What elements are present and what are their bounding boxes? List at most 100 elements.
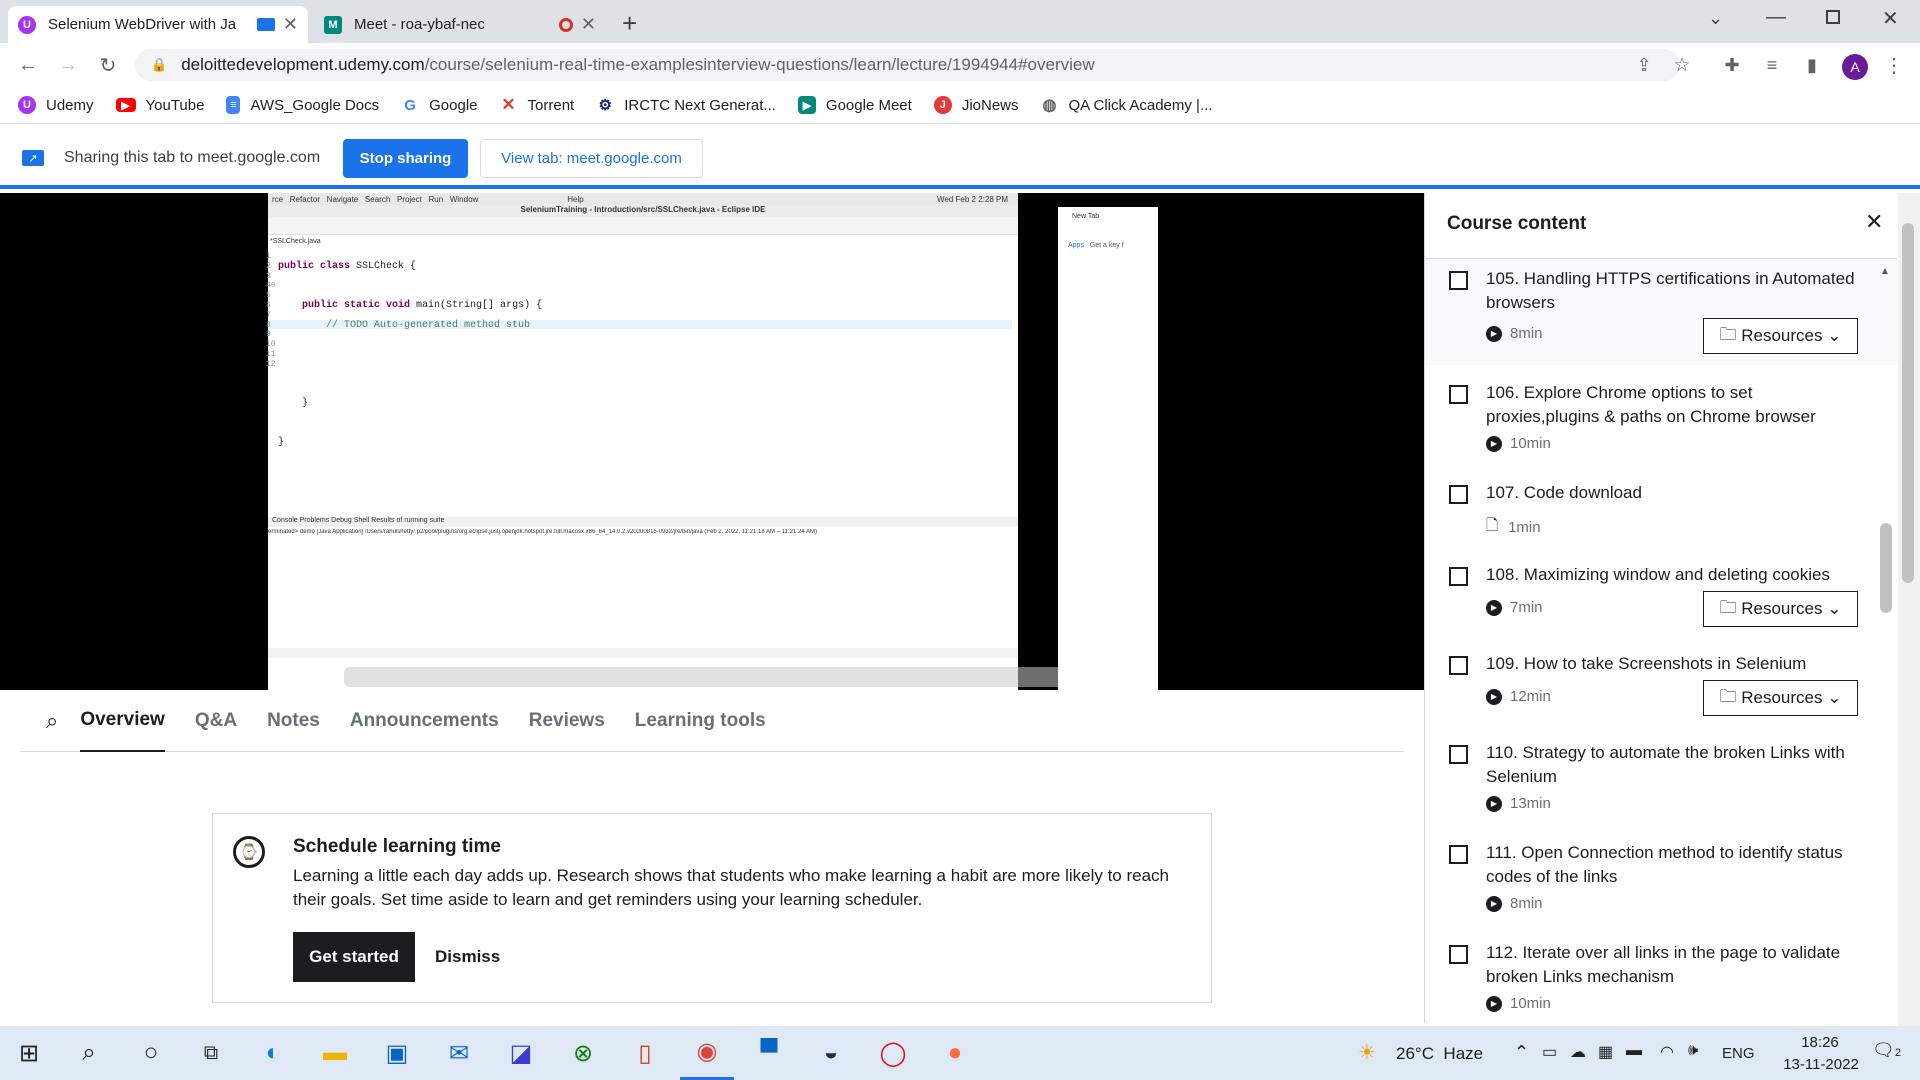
bookmark-udemy[interactable]: U Udemy (18, 96, 94, 114)
close-window-icon[interactable]: ✕ (1882, 6, 1899, 31)
tab-notes[interactable]: Notes (267, 690, 320, 752)
close-sidebar-icon[interactable]: ✕ (1865, 209, 1883, 235)
dismiss-button[interactable]: Dismiss (435, 932, 515, 982)
schedule-learning-card: ⌚ Schedule learning time Learning a litt… (212, 813, 1212, 1003)
lecture-checkbox[interactable] (1449, 745, 1468, 764)
mac-dock (344, 667, 1084, 687)
opera-icon[interactable]: ◯ (866, 1026, 920, 1080)
new-tab-icon[interactable]: + (622, 8, 637, 39)
meet-tray-icon[interactable]: ▭ (1542, 1042, 1557, 1062)
bookmark-star-icon[interactable]: ☆ (1666, 49, 1698, 81)
lecture-checkbox[interactable] (1449, 567, 1468, 586)
display-icon[interactable]: ▦ (1598, 1042, 1613, 1062)
profile-avatar[interactable]: A (1842, 54, 1868, 80)
clock-date[interactable]: 13-11-2022 (1776, 1056, 1866, 1073)
chevron-up-icon[interactable]: ⌃ (1514, 1042, 1529, 1063)
lecture-checkbox[interactable] (1449, 271, 1468, 290)
tab-overview[interactable]: Overview (80, 690, 165, 752)
sidebar-scrollbar-thumb[interactable] (1880, 523, 1892, 613)
lecture-item-105[interactable]: 105. Handling HTTPS certifications in Au… (1425, 259, 1897, 365)
lecture-checkbox[interactable] (1449, 845, 1468, 864)
clock-time[interactable]: 18:26 (1788, 1034, 1852, 1051)
view-tab-button[interactable]: View tab: meet.google.com (480, 139, 703, 178)
postman-icon[interactable]: ● (928, 1026, 982, 1080)
restore-icon[interactable] (1826, 10, 1840, 24)
bookmark-aws-google-docs[interactable]: ≡ AWS_Google Docs (226, 96, 379, 114)
lecture-item-109[interactable]: 109. How to take Screenshots in Selenium… (1425, 644, 1897, 724)
ide-file-tab: *SSLCheck.java (270, 238, 321, 245)
language-indicator[interactable]: ENG (1722, 1045, 1755, 1062)
search-icon[interactable]: ⌕ (62, 1026, 116, 1080)
sidebar-scroll-up-icon[interactable]: ▲ (1880, 266, 1890, 277)
play-icon: ▶ (1486, 325, 1502, 342)
eclipse-icon[interactable]: ◒ (804, 1026, 858, 1080)
weather-text[interactable]: 26°C Haze (1396, 1044, 1483, 1064)
monitor-app-icon[interactable]: ▀ (742, 1026, 796, 1080)
tab-search-icon[interactable]: ⌄ (1708, 8, 1723, 29)
forward-icon[interactable]: → (52, 49, 84, 81)
close-tab-icon[interactable]: ✕ (283, 14, 298, 35)
volume-icon[interactable]: 🕪 (1688, 1042, 1698, 1060)
tab-announcements[interactable]: Announcements (350, 690, 499, 752)
get-started-button[interactable]: Get started (293, 932, 415, 982)
tab-reviews[interactable]: Reviews (529, 690, 605, 752)
file-explorer-icon[interactable]: ▬ (308, 1026, 362, 1080)
task-view-icon[interactable]: ⧉ (184, 1026, 238, 1080)
resources-dropdown[interactable]: 🗀 Resources ⌄ (1703, 591, 1858, 627)
bookmark-torrent[interactable]: ✕ Torrent (499, 95, 574, 114)
store-icon[interactable]: ▣ (370, 1026, 424, 1080)
wifi-icon[interactable]: ◠ (1660, 1042, 1674, 1062)
battery-icon[interactable]: ▬ (1626, 1042, 1642, 1060)
lecture-item-111[interactable]: 111. Open Connection method to identify … (1425, 833, 1897, 923)
bookmark-jionews[interactable]: J JioNews (933, 96, 1019, 114)
chrome-icon[interactable]: ◉ (680, 1026, 734, 1080)
extensions-icon[interactable]: ✚ (1716, 49, 1748, 81)
powerautomate-icon[interactable]: ◪ (494, 1026, 548, 1080)
close-tab-icon[interactable]: ✕ (581, 14, 596, 35)
address-bar[interactable]: 🔒 deloittedevelopment.udemy.com/course/s… (135, 49, 1680, 81)
schedule-title: Schedule learning time (293, 836, 501, 857)
lecture-checkbox[interactable] (1449, 485, 1468, 504)
onedrive-icon[interactable]: ☁ (1570, 1042, 1586, 1062)
notifications-icon[interactable]: 🗨2 (1872, 1040, 1901, 1061)
side-panel-icon[interactable]: ▮ (1796, 49, 1828, 81)
menu-kebab-icon[interactable]: ⋮ (1878, 49, 1910, 81)
xbox-icon[interactable]: ⊗ (556, 1026, 610, 1080)
windows-start-icon[interactable]: ⊞ (2, 1026, 56, 1080)
lecture-item-112[interactable]: 112. Iterate over all links in the page … (1425, 933, 1897, 1023)
cortana-icon[interactable]: ○ (124, 1026, 178, 1080)
back-icon[interactable]: ← (12, 49, 44, 81)
tab-qa[interactable]: Q&A (195, 690, 237, 752)
lecture-item-110[interactable]: 110. Strategy to automate the broken Lin… (1425, 733, 1897, 823)
resources-dropdown[interactable]: 🗀 Resources ⌄ (1703, 318, 1858, 354)
lecture-checkbox[interactable] (1449, 656, 1468, 675)
resources-dropdown[interactable]: 🗀 Resources ⌄ (1703, 680, 1858, 716)
bookmark-qa-click-academy[interactable]: ◍ QA Click Academy |... (1040, 96, 1212, 114)
stop-sharing-button[interactable]: Stop sharing (343, 139, 468, 178)
search-icon[interactable]: ⌕ (46, 708, 58, 734)
minimize-icon[interactable]: — (1766, 6, 1786, 29)
browser-tab-udemy[interactable]: U Selenium WebDriver with Ja ✕ (8, 6, 308, 43)
reload-icon[interactable]: ↻ (92, 49, 124, 81)
lecture-checkbox[interactable] (1449, 945, 1468, 964)
tab-learning-tools[interactable]: Learning tools (635, 690, 766, 752)
lock-icon: 🔒 (151, 57, 168, 72)
office-icon[interactable]: ▯ (618, 1026, 672, 1080)
edge-icon[interactable]: ◐ (246, 1026, 300, 1080)
scrollbar-thumb[interactable] (1902, 223, 1914, 583)
bookmark-google[interactable]: G Google (401, 96, 478, 114)
weather-icon: ☀ (1358, 1042, 1376, 1064)
lecture-item-106[interactable]: 106. Explore Chrome options to set proxi… (1425, 373, 1897, 463)
page-scrollbar[interactable] (1898, 193, 1920, 1026)
browser-tab-strip: U Selenium WebDriver with Ja ✕ M Meet - … (0, 0, 1920, 43)
bookmark-irctc[interactable]: ⚙ IRCTC Next Generat... (596, 96, 776, 114)
mail-icon[interactable]: ✉ (432, 1026, 486, 1080)
bookmark-youtube[interactable]: ▶ YouTube (115, 97, 204, 114)
bookmark-google-meet[interactable]: ▶ Google Meet (797, 96, 912, 114)
share-icon[interactable]: ⇪ (1628, 49, 1660, 81)
browser-tab-meet[interactable]: M Meet - roa-ybaf-nec ✕ (314, 6, 606, 43)
lecture-item-107[interactable]: 107. Code download 🗋 1min (1425, 473, 1897, 543)
lecture-item-108[interactable]: 108. Maximizing window and deleting cook… (1425, 555, 1897, 635)
lecture-checkbox[interactable] (1449, 385, 1468, 404)
media-control-icon[interactable]: ≡ (1756, 49, 1788, 81)
